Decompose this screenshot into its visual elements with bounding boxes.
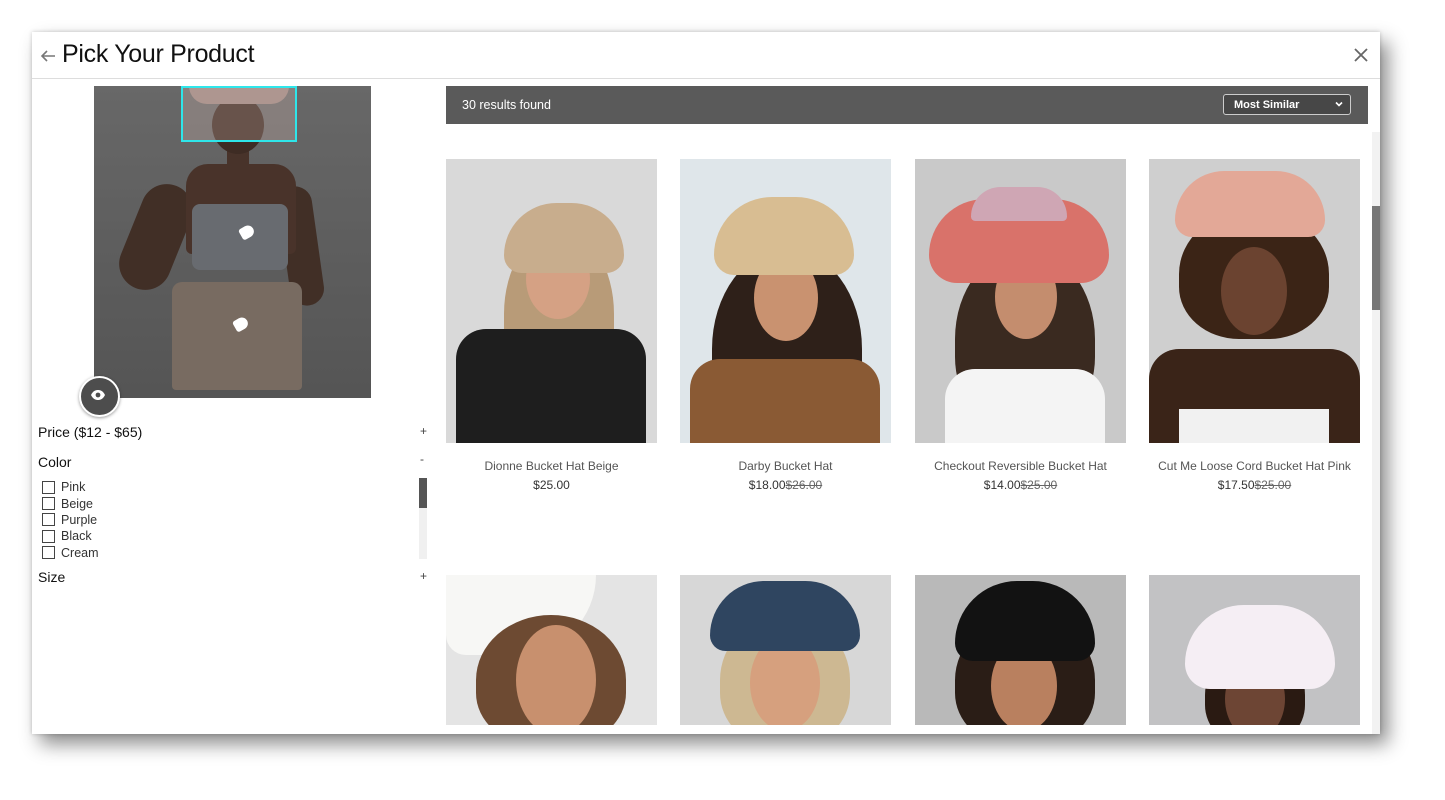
filter-size[interactable]: Size (38, 569, 65, 585)
product-card[interactable]: Cut Me Loose Cord Bucket Hat Pink $17.50… (1149, 159, 1360, 492)
color-options-scrollbar[interactable] (419, 478, 427, 559)
photo-hat (714, 197, 854, 275)
photo-hat (710, 581, 860, 651)
color-option-beige[interactable]: Beige (42, 495, 99, 511)
sort-select[interactable]: Most Similar (1223, 94, 1351, 115)
checkbox[interactable] (42, 546, 55, 560)
sale-price: $25.00 (533, 478, 570, 492)
color-option-cream[interactable]: Cream (42, 545, 99, 561)
close-icon[interactable] (1350, 44, 1372, 66)
arrow-left-icon[interactable] (38, 46, 58, 66)
product-price: $18.00$26.00 (680, 478, 891, 492)
product-card[interactable] (680, 575, 891, 725)
product-image[interactable] (446, 159, 657, 443)
modal-header: Pick Your Product (32, 32, 1380, 79)
chevron-down-icon (1334, 99, 1344, 112)
product-name[interactable]: Dionne Bucket Hat Beige (446, 459, 657, 473)
color-option-purple[interactable]: Purple (42, 512, 99, 528)
option-label: Purple (61, 512, 98, 527)
product-image[interactable] (915, 159, 1126, 443)
results-count: 30 results found (462, 98, 551, 112)
product-price: $25.00 (446, 478, 657, 492)
scrollbar-thumb[interactable] (1372, 206, 1380, 310)
checkbox[interactable] (42, 480, 55, 494)
photo-hat (955, 581, 1095, 661)
filter-price-toggle[interactable]: + (420, 424, 427, 438)
photo-hat (1185, 605, 1335, 689)
eye-icon[interactable] (79, 376, 120, 417)
color-option-pink[interactable]: Pink (42, 479, 99, 495)
option-label: Black (61, 529, 92, 544)
product-image[interactable] (446, 575, 657, 725)
photo-top (1179, 409, 1329, 443)
sale-price: $14.00 (983, 478, 1021, 492)
photo-face (516, 625, 596, 725)
product-image[interactable] (680, 159, 891, 443)
scrollbar-thumb[interactable] (419, 478, 427, 508)
product-name[interactable]: Checkout Reversible Bucket Hat (915, 459, 1126, 473)
product-card[interactable] (1149, 575, 1360, 725)
photo-top (945, 369, 1105, 443)
product-image[interactable] (680, 575, 891, 725)
results-bar: 30 results found Most Similar (446, 86, 1368, 124)
filter-size-toggle[interactable]: + (420, 569, 427, 583)
product-card[interactable]: Darby Bucket Hat $18.00$26.00 (680, 159, 891, 492)
photo-hat-crown (971, 187, 1067, 221)
sort-value: Most Similar (1234, 99, 1300, 111)
filter-color-toggle[interactable]: - (420, 452, 424, 466)
product-picker-modal: Pick Your Product Price ($12 - $65) + Co… (32, 32, 1380, 734)
photo-jacket (690, 359, 880, 443)
product-card[interactable]: Checkout Reversible Bucket Hat $14.00$25… (915, 159, 1126, 492)
color-option-black[interactable]: Black (42, 528, 99, 544)
product-card[interactable] (446, 575, 657, 725)
checkbox[interactable] (42, 513, 55, 527)
filter-price[interactable]: Price ($12 - $65) (38, 424, 142, 440)
product-price: $14.00$25.00 (915, 478, 1126, 492)
product-image[interactable] (915, 575, 1126, 725)
filter-color[interactable]: Color (38, 454, 71, 470)
page-title: Pick Your Product (62, 40, 255, 68)
color-options: Pink Beige Purple Black Cream (42, 479, 99, 561)
results-scrollbar[interactable] (1372, 132, 1380, 734)
option-label: Pink (61, 480, 86, 495)
product-card[interactable]: Dionne Bucket Hat Beige $25.00 (446, 159, 657, 492)
product-image[interactable] (1149, 575, 1360, 725)
product-image[interactable] (1149, 159, 1360, 443)
product-price: $17.50$25.00 (1149, 478, 1360, 492)
original-price: $25.00 (1254, 478, 1292, 492)
photo-face (1221, 247, 1287, 335)
product-name[interactable]: Cut Me Loose Cord Bucket Hat Pink (1149, 459, 1360, 473)
product-name[interactable]: Darby Bucket Hat (680, 459, 891, 473)
checkbox[interactable] (42, 529, 55, 543)
option-label: Cream (61, 545, 99, 560)
sale-price: $18.00 (748, 478, 786, 492)
checkbox[interactable] (42, 497, 55, 511)
original-price: $25.00 (1020, 478, 1058, 492)
original-price: $26.00 (785, 478, 823, 492)
photo-hat (504, 203, 624, 273)
option-label: Beige (61, 496, 93, 511)
photo-jacket (456, 329, 646, 443)
product-card[interactable] (915, 575, 1126, 725)
photo-hat (1175, 171, 1325, 237)
sale-price: $17.50 (1217, 478, 1255, 492)
detected-item-box[interactable] (181, 86, 297, 142)
query-image (94, 86, 371, 398)
